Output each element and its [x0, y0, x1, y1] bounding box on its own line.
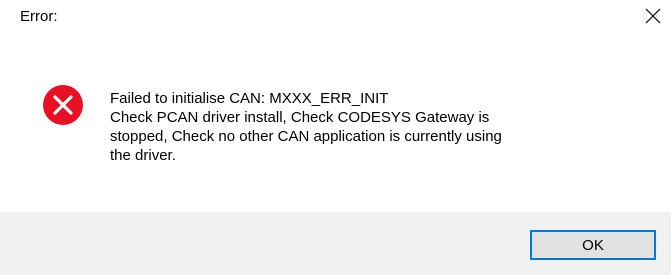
close-icon	[645, 8, 661, 24]
title-bar: Error:	[0, 0, 671, 36]
ok-button[interactable]: OK	[530, 230, 656, 260]
error-icon	[43, 85, 83, 125]
close-button[interactable]	[635, 0, 671, 36]
dialog-title: Error:	[20, 8, 58, 25]
message-line: the driver.	[110, 147, 176, 164]
message-line: Failed to initialise CAN: MXXX_ERR_INIT	[110, 90, 389, 107]
message-line: stopped, Check no other CAN application …	[110, 128, 502, 145]
message-line: Check PCAN driver install, Check CODESYS…	[110, 109, 490, 126]
focus-outline	[533, 233, 653, 257]
error-dialog: Error: Failed to initialise CAN: MXXX_ER…	[0, 0, 671, 275]
error-message: Failed to initialise CAN: MXXX_ERR_INIT …	[110, 89, 650, 165]
